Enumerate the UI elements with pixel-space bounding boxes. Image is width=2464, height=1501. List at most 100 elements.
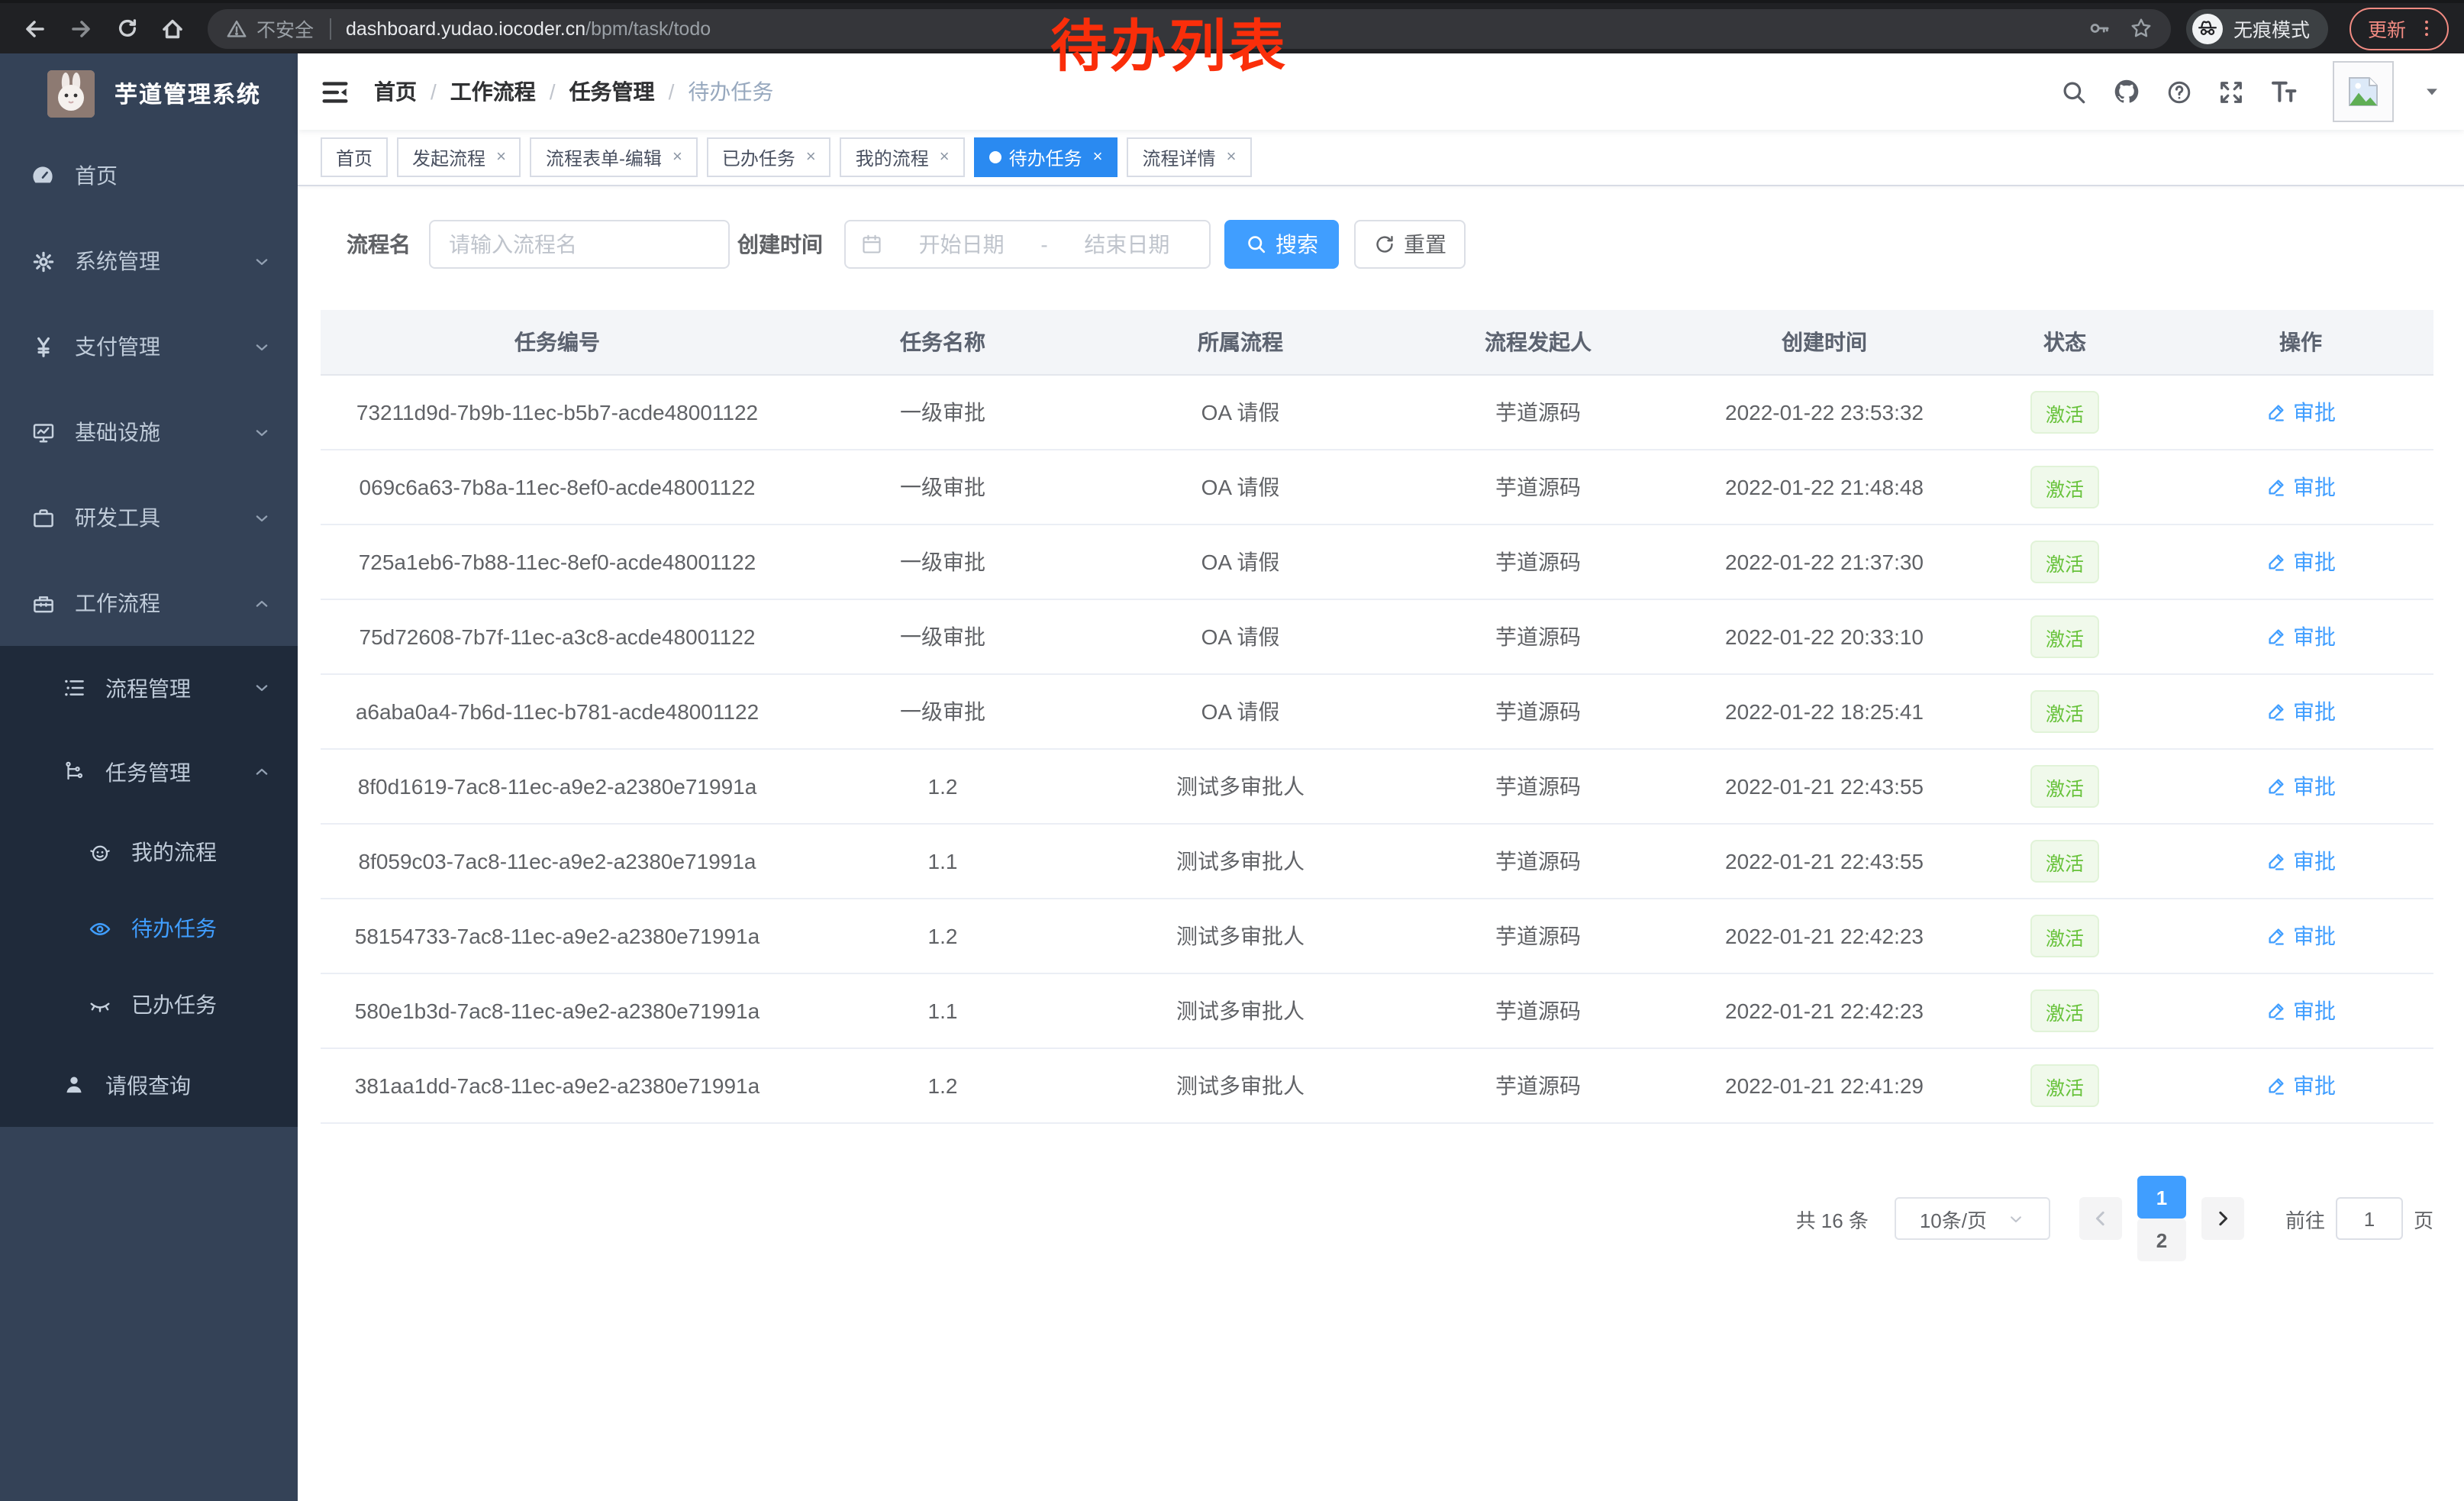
briefcase-icon [31, 505, 55, 530]
tab[interactable]: 发起流程× [397, 137, 521, 177]
tab[interactable]: 我的流程× [840, 137, 965, 177]
chevron-left-icon [2090, 1208, 2111, 1229]
approve-link[interactable]: 审批 [2266, 547, 2336, 577]
sidebar-item[interactable]: 工作流程 [0, 560, 298, 646]
user-menu-caret-icon[interactable] [2423, 82, 2441, 101]
browser-update-button[interactable]: 更新 [2350, 7, 2449, 50]
sidebar-item[interactable]: 流程管理 [0, 646, 298, 730]
sidebar-item[interactable]: 任务管理 [0, 730, 298, 814]
search-button-icon [1245, 234, 1266, 255]
tab[interactable]: 首页 [321, 137, 388, 177]
next-page-button[interactable] [2201, 1197, 2244, 1240]
top-navbar: 首页/工作流程/任务管理/待办任务 [298, 53, 2464, 130]
tab-label: 流程表单-编辑 [546, 144, 662, 170]
browser-home-icon[interactable] [153, 8, 192, 48]
approve-link[interactable]: 审批 [2266, 921, 2336, 951]
approve-link[interactable]: 审批 [2266, 621, 2336, 652]
search-button[interactable]: 搜索 [1224, 220, 1339, 269]
sidebar-collapse-icon[interactable] [321, 77, 350, 106]
table-cell: 芋道源码 [1389, 921, 1687, 951]
table-header-row: 任务编号任务名称所属流程流程发起人创建时间状态操作 [321, 310, 2433, 376]
sidebar-item[interactable]: 待办任务 [0, 890, 298, 967]
status-badge: 激活 [2030, 615, 2099, 658]
approve-link[interactable]: 审批 [2266, 996, 2336, 1026]
approve-link[interactable]: 审批 [2266, 472, 2336, 502]
yen-icon [31, 334, 55, 359]
table-cell-action: 审批 [2168, 771, 2433, 802]
approve-label: 审批 [2293, 547, 2336, 577]
incognito-icon [2197, 18, 2218, 39]
table-header-cell: 状态 [1962, 327, 2168, 357]
table-cell: 测试多审批人 [1092, 846, 1389, 876]
tab-close-icon[interactable]: × [806, 148, 816, 166]
tab-active[interactable]: 待办任务× [974, 137, 1118, 177]
table-cell-action: 审批 [2168, 846, 2433, 876]
table-cell-status: 激活 [1962, 915, 2168, 957]
sidebar-item[interactable]: 基础设施 [0, 389, 298, 475]
sidebar-item[interactable]: 已办任务 [0, 967, 298, 1043]
page-number-active[interactable]: 1 [2137, 1176, 2186, 1219]
browser-menu-dots-icon[interactable] [2417, 18, 2437, 38]
font-size-icon[interactable] [2270, 78, 2298, 105]
sidebar-item-label: 流程管理 [105, 673, 191, 703]
fullscreen-icon[interactable] [2218, 79, 2244, 105]
tab[interactable]: 流程表单-编辑 × [531, 137, 698, 177]
sidebar-item[interactable]: 请假查询 [0, 1043, 298, 1127]
page-number[interactable]: 2 [2137, 1219, 2186, 1261]
search-icon[interactable] [2061, 79, 2087, 105]
approve-link[interactable]: 审批 [2266, 696, 2336, 727]
table-cell: 2022-01-21 22:43:55 [1687, 774, 1962, 799]
sidebar-item[interactable]: 研发工具 [0, 475, 298, 560]
table-cell: 2022-01-22 21:48:48 [1687, 475, 1962, 499]
approve-link[interactable]: 审批 [2266, 846, 2336, 876]
reset-button[interactable]: 重置 [1354, 220, 1466, 269]
tab-close-icon[interactable]: × [496, 148, 506, 166]
approve-label: 审批 [2293, 621, 2336, 652]
breadcrumb-item[interactable]: 工作流程 [450, 76, 536, 107]
page-content: 流程名 创建时间 开始日期 - 结束日期 搜索 重 [298, 186, 2464, 1501]
breadcrumb-item[interactable]: 首页 [374, 76, 417, 107]
tab-close-icon[interactable]: × [1093, 148, 1103, 166]
approve-link[interactable]: 审批 [2266, 397, 2336, 428]
sidebar-item-label: 系统管理 [75, 246, 160, 276]
chevron-up-icon [252, 593, 272, 613]
chevron-down-icon [252, 422, 272, 442]
page-size-select[interactable]: 10条/页 [1895, 1197, 2050, 1240]
start-date-placeholder: 开始日期 [895, 229, 1028, 260]
sidebar-item[interactable]: 我的流程 [0, 814, 298, 890]
sidebar-item[interactable]: 首页 [0, 133, 298, 218]
breadcrumb: 首页/工作流程/任务管理/待办任务 [374, 76, 773, 107]
task-table: 任务编号任务名称所属流程流程发起人创建时间状态操作 73211d9d-7b9b-… [321, 310, 2433, 1124]
bookmark-star-icon[interactable] [2130, 17, 2153, 40]
table-cell: 芋道源码 [1389, 621, 1687, 652]
breadcrumb-item[interactable]: 任务管理 [569, 76, 655, 107]
table-cell: 测试多审批人 [1092, 1070, 1389, 1101]
table-cell: 芋道源码 [1389, 771, 1687, 802]
sidebar-item[interactable]: 系统管理 [0, 218, 298, 304]
prev-page-button[interactable] [2079, 1197, 2122, 1240]
approve-link[interactable]: 审批 [2266, 1070, 2336, 1101]
table-row: 75d72608-7b7f-11ec-a3c8-acde48001122一级审批… [321, 600, 2433, 675]
tab[interactable]: 流程详情× [1127, 137, 1252, 177]
tab-close-icon[interactable]: × [672, 148, 682, 166]
date-range-picker[interactable]: 开始日期 - 结束日期 [844, 220, 1211, 269]
key-icon[interactable] [2088, 17, 2111, 40]
avatar[interactable] [2333, 61, 2394, 122]
process-name-input[interactable] [429, 220, 730, 269]
browser-forward-icon[interactable] [61, 8, 101, 48]
browser-back-icon[interactable] [15, 8, 55, 48]
tab-close-icon[interactable]: × [1227, 148, 1237, 166]
sidebar-logo[interactable]: 芋道管理系统 [0, 53, 298, 133]
table-cell-action: 审批 [2168, 397, 2433, 428]
sidebar-item[interactable]: 支付管理 [0, 304, 298, 389]
browser-reload-icon[interactable] [107, 8, 147, 48]
tab-close-icon[interactable]: × [940, 148, 950, 166]
goto-page-input[interactable] [2336, 1197, 2403, 1240]
tab[interactable]: 已办任务× [707, 137, 831, 177]
table-cell: 725a1eb6-7b88-11ec-8ef0-acde48001122 [321, 550, 794, 574]
status-badge: 激活 [2030, 541, 2099, 583]
help-icon[interactable] [2166, 79, 2192, 105]
github-icon[interactable] [2113, 78, 2140, 105]
approve-link[interactable]: 审批 [2266, 771, 2336, 802]
security-label: 不安全 [256, 14, 314, 43]
